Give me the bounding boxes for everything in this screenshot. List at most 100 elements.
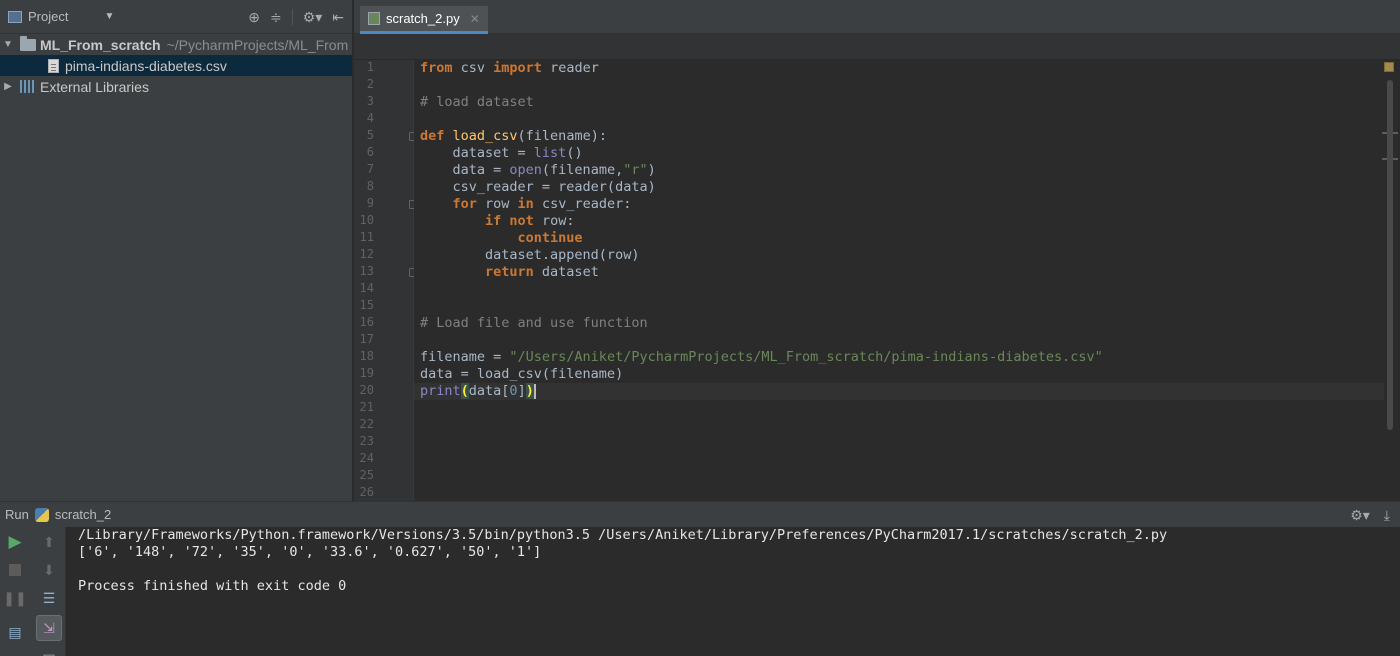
code-line-1: from csv import reader	[420, 60, 599, 77]
soft-wrap-icon[interactable]: ☰	[38, 587, 60, 609]
folder-icon	[20, 35, 36, 51]
project-view-title[interactable]: Project	[28, 9, 68, 24]
line-number: 26	[359, 485, 374, 499]
code-line-19: data = load_csv(filename)	[420, 366, 624, 382]
code-token: row:	[533, 213, 575, 229]
run-config-name[interactable]: scratch_2	[55, 507, 111, 522]
csv-file-icon	[48, 58, 59, 73]
project-panel: Project ▼ ⊕ ≑ ⚙▾ ⇤ ▼ ML_From_scratch ~/P…	[0, 0, 353, 501]
line-number: 20	[359, 383, 374, 397]
tree-item-csv-file[interactable]: pima-indians-diabetes.csv	[0, 55, 352, 76]
console-command-line: /Library/Frameworks/Python.framework/Ver…	[78, 527, 1168, 543]
layout-icon[interactable]: ▤	[4, 621, 26, 643]
string-literal: "/Users/Aniket/PycharmProjects/ML_From_s…	[509, 349, 1103, 365]
warning-indicator-icon[interactable]	[1384, 62, 1394, 72]
number-literal: 0	[509, 383, 518, 399]
code-editor[interactable]: from csv import reader # load dataset de…	[414, 60, 1384, 501]
line-number: 8	[366, 179, 374, 193]
code-line-7: data = open(filename,"r")	[420, 162, 656, 179]
python-icon	[34, 507, 49, 522]
code-token: ]	[517, 383, 526, 399]
keyword: def	[420, 128, 445, 144]
console-output-line: ['6', '148', '72', '35', '0', '33.6', '0…	[78, 544, 542, 560]
project-view-icon	[8, 10, 22, 23]
run-panel-label[interactable]: Run	[5, 507, 29, 522]
code-line-5: def load_csv(filename):	[420, 128, 607, 145]
rerun-icon[interactable]: ▶	[4, 531, 26, 553]
code-line-12: dataset.append(row)	[420, 247, 640, 263]
caret-row-highlight	[414, 383, 1384, 400]
toolbar-divider	[291, 9, 293, 25]
function-name: load_csv	[444, 128, 518, 144]
run-console[interactable]: /Library/Frameworks/Python.framework/Ver…	[66, 527, 1400, 656]
line-number: 24	[359, 451, 374, 465]
line-number: 1	[366, 60, 374, 74]
scroll-thumb[interactable]	[1387, 80, 1393, 430]
line-number: 22	[359, 417, 374, 431]
hide-panel-icon[interactable]: ⤓	[1384, 507, 1390, 524]
scroll-from-source-icon[interactable]: ⊕	[248, 9, 260, 26]
code-token: row	[476, 196, 518, 212]
tree-item-external-libraries[interactable]: ▶ External Libraries	[0, 76, 352, 97]
collapsed-arrow-icon[interactable]: ▶	[0, 81, 16, 92]
line-number: 5	[366, 128, 374, 142]
code-line-6: dataset = list()	[420, 145, 583, 162]
project-panel-header: Project ▼ ⊕ ≑ ⚙▾ ⇤	[0, 0, 352, 34]
line-number: 9	[366, 196, 374, 210]
code-token: dataset =	[420, 145, 534, 161]
code-line-16: # Load file and use function	[420, 315, 648, 331]
line-number: 6	[366, 145, 374, 159]
code-token: (filename,	[541, 162, 624, 178]
line-number: 4	[366, 111, 374, 125]
scroll-to-end-icon[interactable]: ⇲	[36, 615, 62, 641]
hide-panel-icon[interactable]: ⇤	[332, 9, 344, 26]
keyword: return	[420, 264, 534, 280]
python-file-icon	[368, 12, 380, 25]
text-caret	[533, 383, 536, 399]
keyword: not	[509, 213, 534, 229]
code-line-20: print(data[0])	[420, 383, 536, 400]
code-token: data[	[468, 383, 510, 399]
code-line-9: for row in csv_reader:	[420, 196, 632, 213]
chevron-down-icon[interactable]: ▼	[104, 11, 114, 22]
gear-icon[interactable]: ⚙▾	[1350, 507, 1370, 524]
matched-paren: )	[525, 383, 534, 399]
line-number: 7	[366, 162, 374, 176]
tab-label: scratch_2.py	[386, 11, 460, 26]
collapse-all-icon[interactable]: ≑	[270, 9, 282, 26]
up-arrow-icon[interactable]: ⬆	[38, 531, 60, 553]
print-icon[interactable]: ▭	[38, 645, 60, 656]
tab-scratch-2[interactable]: scratch_2.py ✕	[360, 6, 488, 34]
line-number: 10	[359, 213, 374, 227]
code-token: filename =	[420, 349, 510, 365]
string-literal: "r"	[623, 162, 648, 178]
builtin: list	[533, 145, 567, 161]
code-token: (filename):	[517, 128, 607, 144]
code-token: csv	[452, 60, 494, 76]
down-arrow-icon[interactable]: ⬇	[38, 559, 60, 581]
code-token: csv_reader:	[533, 196, 632, 212]
editor-header-strip	[354, 34, 1400, 60]
run-toolbar: ▶ ⬆ ⬇ ❚❚ ☰ ▤ ⇲ ▭	[0, 527, 66, 656]
keyword: for	[420, 196, 477, 212]
run-panel-header: Run scratch_2 ⚙▾ ⤓	[0, 501, 1400, 527]
line-number: 16	[359, 315, 374, 329]
line-number: 25	[359, 468, 374, 482]
tree-item-label: pima-indians-diabetes.csv	[65, 57, 227, 74]
line-number: 18	[359, 349, 374, 363]
keyword: import	[493, 60, 542, 76]
expand-arrow-icon[interactable]: ▼	[0, 39, 16, 50]
line-number: 14	[359, 281, 374, 295]
stop-icon[interactable]	[4, 559, 26, 581]
matched-paren: (	[460, 383, 469, 399]
gear-icon[interactable]: ⚙▾	[303, 9, 323, 26]
console-exit-line: Process finished with exit code 0	[78, 578, 347, 594]
code-line-18: filename = "/Users/Aniket/PycharmProject…	[420, 349, 1103, 366]
code-line-13: return dataset	[420, 264, 599, 281]
pause-icon[interactable]: ❚❚	[3, 587, 26, 609]
builtin: open	[509, 162, 542, 178]
close-icon[interactable]: ✕	[470, 12, 480, 26]
code-line-10: if not row:	[420, 213, 574, 230]
tree-item-project-root[interactable]: ▼ ML_From_scratch ~/PycharmProjects/ML_F…	[0, 34, 352, 55]
line-number: 13	[359, 264, 374, 278]
